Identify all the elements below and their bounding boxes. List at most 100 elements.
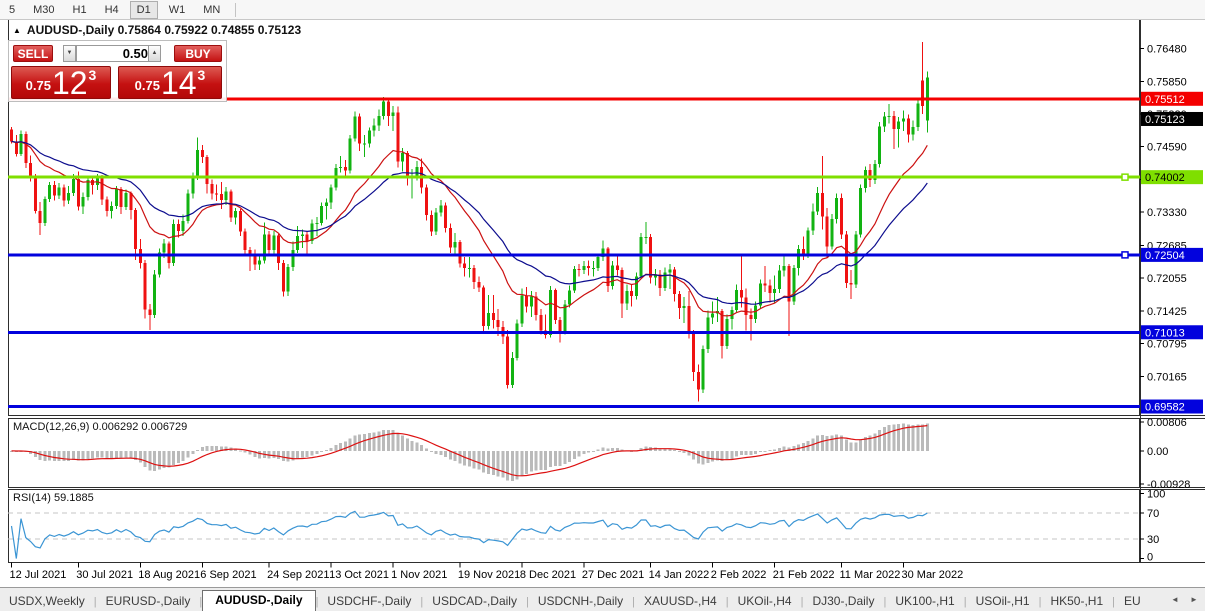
macd-bar xyxy=(611,448,614,451)
macd-bar xyxy=(435,451,438,454)
macd-bar xyxy=(34,451,37,457)
tab-scroll-right-icon[interactable]: ► xyxy=(1186,592,1202,607)
macd-bar xyxy=(325,450,328,451)
macd-bar xyxy=(730,451,733,459)
macd-bar xyxy=(892,424,895,450)
candle-body xyxy=(225,191,228,200)
chart-tab-audusd-daily[interactable]: AUDUSD-,Daily xyxy=(202,590,315,611)
candle-body xyxy=(477,282,480,287)
candle-body xyxy=(916,104,919,127)
ask-quote-button[interactable]: 0.75 14 3 xyxy=(118,66,222,99)
price-tick-label: 0.72055 xyxy=(1147,273,1187,285)
candle-body xyxy=(124,193,127,207)
macd-bar xyxy=(206,446,209,451)
date-axis: 12 Jul 202130 Jul 202118 Aug 20216 Sep 2… xyxy=(10,563,964,582)
candle-body xyxy=(363,144,366,145)
macd-bar xyxy=(835,434,838,450)
macd-bar xyxy=(277,451,280,459)
buy-button[interactable]: BUY xyxy=(174,45,222,62)
candle-body xyxy=(773,289,776,293)
macd-bar xyxy=(282,451,285,461)
timeframe-toolbar: 5M30 H1H4D1W1MN xyxy=(0,0,1205,20)
date-tick-label: 14 Jan 2022 xyxy=(649,569,710,581)
macd-bar xyxy=(287,451,290,462)
candle-body xyxy=(325,203,328,206)
macd-bar xyxy=(110,451,113,459)
macd-bar xyxy=(912,425,915,451)
candle-body xyxy=(454,242,457,247)
candle-body xyxy=(644,237,647,238)
candle-body xyxy=(888,116,891,117)
macd-bar xyxy=(401,435,404,451)
timeframe-button-D1[interactable]: D1 xyxy=(130,1,158,19)
candle-body xyxy=(115,189,118,206)
timeframe-button-W1[interactable]: W1 xyxy=(162,1,193,19)
chart-tab-hk50-h1[interactable]: HK50-,H1 xyxy=(1041,592,1112,611)
sell-button[interactable]: SELL xyxy=(13,45,53,62)
candle-body xyxy=(840,198,843,234)
candle-body xyxy=(215,193,218,194)
date-tick-label: 24 Sep 2021 xyxy=(267,569,329,581)
candle-body xyxy=(439,205,442,212)
macd-bar xyxy=(334,445,337,451)
candle-body xyxy=(268,234,271,250)
macd-bar xyxy=(873,433,876,450)
candle-body xyxy=(573,269,576,290)
candle-body xyxy=(830,219,833,247)
timeframe-button-MN[interactable]: MN xyxy=(196,1,227,19)
macd-bar xyxy=(415,443,418,451)
chart-tab-eurusd-daily[interactable]: EURUSD-,Daily xyxy=(97,592,200,611)
macd-bar xyxy=(344,441,347,450)
timeframe-button-H1[interactable]: H1 xyxy=(66,1,94,19)
collapse-panel-icon[interactable]: ▲ xyxy=(13,26,21,35)
timeframe-button-5[interactable]: 5 xyxy=(2,1,22,19)
candle-body xyxy=(678,294,681,308)
chart-title-text: AUDUSD-,Daily 0.75864 0.75922 0.74855 0.… xyxy=(27,23,301,37)
macd-bar xyxy=(258,451,261,458)
macd-bar xyxy=(382,430,385,451)
volume-increase-button[interactable]: ▲ xyxy=(148,45,161,62)
bid-quote-button[interactable]: 0.75 12 3 xyxy=(11,66,111,99)
timeframe-button-H4[interactable]: H4 xyxy=(98,1,126,19)
chart-tab-usoil-h1[interactable]: USOil-,H1 xyxy=(967,592,1039,611)
macd-bar xyxy=(420,445,423,451)
candle-body xyxy=(835,198,838,219)
macd-tick-label: 0.00806 xyxy=(1147,417,1187,429)
macd-bar xyxy=(215,446,218,451)
macd-bar xyxy=(406,438,409,450)
macd-bar xyxy=(907,424,910,450)
date-tick-label: 21 Feb 2022 xyxy=(773,569,835,581)
timeframe-button-M30[interactable]: M30 xyxy=(26,1,61,19)
chart-tab-usdcad-daily[interactable]: USDCAD-,Daily xyxy=(423,592,526,611)
chart-tab-usdcnh-daily[interactable]: USDCNH-,Daily xyxy=(529,592,632,611)
macd-bar xyxy=(272,451,275,458)
macd-bar xyxy=(120,451,123,458)
chart-tab-usdx-weekly[interactable]: USDX,Weekly xyxy=(0,592,94,611)
chart-tab-ukoil-h4[interactable]: UKOil-,H4 xyxy=(729,592,801,611)
tab-scroll-left-icon[interactable]: ◄ xyxy=(1167,592,1183,607)
chart-tab-xauusd-h4[interactable]: XAUUSD-,H4 xyxy=(635,592,726,611)
chart-tab-uk100-h1[interactable]: UK100-,H1 xyxy=(886,592,963,611)
candle-body xyxy=(482,287,485,326)
macd-bar xyxy=(487,451,490,474)
candle-body xyxy=(778,271,781,289)
macd-bar xyxy=(86,451,89,459)
macd-bar xyxy=(673,450,676,451)
candle-body xyxy=(301,234,304,236)
volume-input[interactable]: 0.50 xyxy=(76,45,152,62)
candle-body xyxy=(811,212,814,231)
chart-tab-eu[interactable]: EU xyxy=(1115,592,1150,611)
macd-bar xyxy=(124,451,127,458)
candle-body xyxy=(239,211,242,232)
candle-body xyxy=(101,177,104,199)
macd-bar xyxy=(735,451,738,457)
volume-decrease-button[interactable]: ▼ xyxy=(63,45,76,62)
chart-tab-dj30-daily[interactable]: DJ30-,Daily xyxy=(803,592,883,611)
candle-body xyxy=(921,81,924,106)
chart-tab-usdchf-daily[interactable]: USDCHF-,Daily xyxy=(318,592,420,611)
candle-body xyxy=(358,117,361,144)
candle-body xyxy=(144,263,147,310)
macd-bar xyxy=(368,433,371,451)
candle-body xyxy=(62,188,65,201)
price-tick-label: 0.75850 xyxy=(1147,76,1187,88)
